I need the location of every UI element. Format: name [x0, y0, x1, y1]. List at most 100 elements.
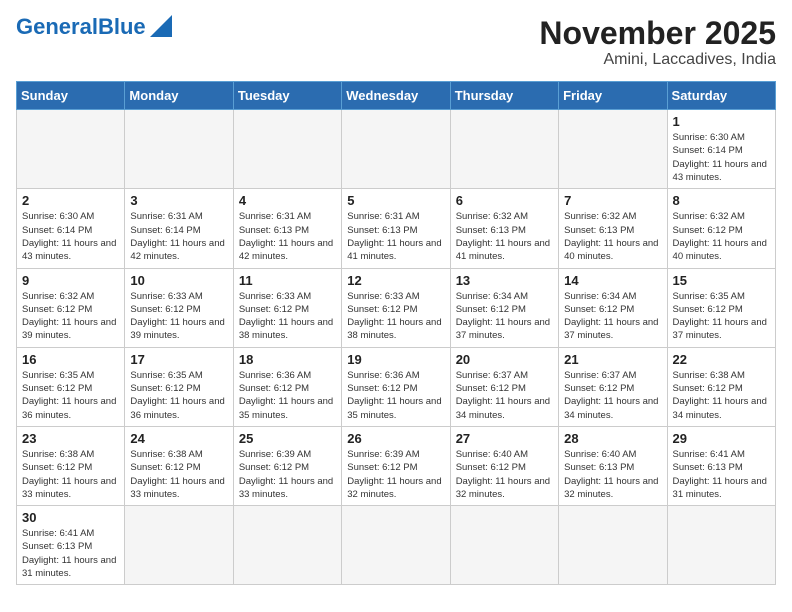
- day-number: 4: [239, 193, 336, 208]
- calendar-day-cell: 15Sunrise: 6:35 AM Sunset: 6:12 PM Dayli…: [667, 268, 775, 347]
- calendar-day-cell: 14 Sunrise: 6:34 AM Sunset: 6:12 PM Dayli…: [559, 268, 667, 347]
- calendar-day-cell: 27 Sunrise: 6:40 AM Sunset: 6:12 PM Dayli…: [450, 426, 558, 505]
- col-saturday: Saturday: [667, 82, 775, 110]
- day-number: 15: [673, 273, 770, 288]
- calendar-day-cell: 23Sunrise: 6:38 AM Sunset: 6:12 PM Dayli…: [17, 426, 125, 505]
- day-number: 26: [347, 431, 444, 446]
- calendar-day-cell: 6Sunrise: 6:32 AM Sunset: 6:13 PM Daylig…: [450, 189, 558, 268]
- day-info: Sunrise: 6:38 AM Sunset: 6:12 PM Dayligh…: [673, 369, 770, 422]
- day-info: Sunrise: 6:34 AM Sunset: 6:12 PM Dayligh…: [564, 290, 661, 343]
- calendar-day-cell: 4 Sunrise: 6:31 AM Sunset: 6:13 PM Daylig…: [233, 189, 341, 268]
- day-info: Sunrise: 6:39 AM Sunset: 6:12 PM Dayligh…: [347, 448, 444, 501]
- col-thursday: Thursday: [450, 82, 558, 110]
- calendar-day-cell: 8Sunrise: 6:32 AM Sunset: 6:12 PM Daylig…: [667, 189, 775, 268]
- day-info: Sunrise: 6:31 AM Sunset: 6:13 PM Dayligh…: [239, 210, 336, 263]
- day-info: Sunrise: 6:33 AM Sunset: 6:12 PM Dayligh…: [347, 290, 444, 343]
- calendar-day-cell: 13Sunrise: 6:34 AM Sunset: 6:12 PM Dayli…: [450, 268, 558, 347]
- day-info: Sunrise: 6:38 AM Sunset: 6:12 PM Dayligh…: [22, 448, 119, 501]
- month-title: November 2025: [539, 16, 776, 51]
- title-block: November 2025 Amini, Laccadives, India: [539, 16, 776, 69]
- calendar-day-cell: [233, 506, 341, 585]
- logo-text: GeneralBlue: [16, 16, 146, 38]
- calendar-week-row: 16 Sunrise: 6:35 AM Sunset: 6:12 PM Dayli…: [17, 347, 776, 426]
- day-number: 28: [564, 431, 661, 446]
- calendar-day-cell: 24Sunrise: 6:38 AM Sunset: 6:12 PM Dayli…: [125, 426, 233, 505]
- col-monday: Monday: [125, 82, 233, 110]
- day-info: Sunrise: 6:41 AM Sunset: 6:13 PM Dayligh…: [673, 448, 770, 501]
- calendar-week-row: 23Sunrise: 6:38 AM Sunset: 6:12 PM Dayli…: [17, 426, 776, 505]
- day-number: 29: [673, 431, 770, 446]
- logo-icon: [150, 15, 172, 37]
- day-number: 5: [347, 193, 444, 208]
- day-info: Sunrise: 6:33 AM Sunset: 6:12 PM Dayligh…: [130, 290, 227, 343]
- calendar-day-cell: [559, 110, 667, 189]
- calendar-day-cell: [559, 506, 667, 585]
- calendar-day-cell: 30 Sunrise: 6:41 AM Sunset: 6:13 PM Dayli…: [17, 506, 125, 585]
- logo-general: General: [16, 14, 98, 39]
- day-info: Sunrise: 6:35 AM Sunset: 6:12 PM Dayligh…: [130, 369, 227, 422]
- calendar-day-cell: 20Sunrise: 6:37 AM Sunset: 6:12 PM Dayli…: [450, 347, 558, 426]
- calendar-day-cell: 1 Sunrise: 6:30 AM Sunset: 6:14 PM Daylig…: [667, 110, 775, 189]
- calendar-week-row: 30 Sunrise: 6:41 AM Sunset: 6:13 PM Dayli…: [17, 506, 776, 585]
- calendar-day-cell: 22 Sunrise: 6:38 AM Sunset: 6:12 PM Dayli…: [667, 347, 775, 426]
- day-info: Sunrise: 6:36 AM Sunset: 6:12 PM Dayligh…: [347, 369, 444, 422]
- day-number: 27: [456, 431, 553, 446]
- day-info: Sunrise: 6:37 AM Sunset: 6:12 PM Dayligh…: [456, 369, 553, 422]
- day-number: 30: [22, 510, 119, 525]
- day-number: 18: [239, 352, 336, 367]
- calendar-day-cell: [233, 110, 341, 189]
- day-number: 10: [130, 273, 227, 288]
- calendar-week-row: 1 Sunrise: 6:30 AM Sunset: 6:14 PM Daylig…: [17, 110, 776, 189]
- day-info: Sunrise: 6:39 AM Sunset: 6:12 PM Dayligh…: [239, 448, 336, 501]
- day-number: 24: [130, 431, 227, 446]
- calendar-day-cell: [17, 110, 125, 189]
- calendar-day-cell: [342, 110, 450, 189]
- day-number: 9: [22, 273, 119, 288]
- calendar-day-cell: 18 Sunrise: 6:36 AM Sunset: 6:12 PM Dayli…: [233, 347, 341, 426]
- day-number: 11: [239, 273, 336, 288]
- day-number: 25: [239, 431, 336, 446]
- day-number: 12: [347, 273, 444, 288]
- calendar-day-cell: 28 Sunrise: 6:40 AM Sunset: 6:13 PM Dayli…: [559, 426, 667, 505]
- calendar-day-cell: 3Sunrise: 6:31 AM Sunset: 6:14 PM Daylig…: [125, 189, 233, 268]
- calendar-day-cell: [342, 506, 450, 585]
- day-info: Sunrise: 6:30 AM Sunset: 6:14 PM Dayligh…: [673, 131, 770, 184]
- calendar-table: Sunday Monday Tuesday Wednesday Thursday…: [16, 81, 776, 585]
- calendar-day-cell: 26 Sunrise: 6:39 AM Sunset: 6:12 PM Dayli…: [342, 426, 450, 505]
- calendar-day-cell: 29 Sunrise: 6:41 AM Sunset: 6:13 PM Dayli…: [667, 426, 775, 505]
- day-number: 19: [347, 352, 444, 367]
- day-number: 7: [564, 193, 661, 208]
- day-info: Sunrise: 6:40 AM Sunset: 6:12 PM Dayligh…: [456, 448, 553, 501]
- calendar-header-row: Sunday Monday Tuesday Wednesday Thursday…: [17, 82, 776, 110]
- day-number: 16: [22, 352, 119, 367]
- calendar-day-cell: 2 Sunrise: 6:30 AM Sunset: 6:14 PM Daylig…: [17, 189, 125, 268]
- day-number: 17: [130, 352, 227, 367]
- day-info: Sunrise: 6:41 AM Sunset: 6:13 PM Dayligh…: [22, 527, 119, 580]
- calendar-day-cell: [450, 110, 558, 189]
- calendar-week-row: 2 Sunrise: 6:30 AM Sunset: 6:14 PM Daylig…: [17, 189, 776, 268]
- col-friday: Friday: [559, 82, 667, 110]
- day-number: 2: [22, 193, 119, 208]
- day-number: 13: [456, 273, 553, 288]
- calendar-day-cell: 9 Sunrise: 6:32 AM Sunset: 6:12 PM Daylig…: [17, 268, 125, 347]
- col-wednesday: Wednesday: [342, 82, 450, 110]
- calendar-day-cell: 12 Sunrise: 6:33 AM Sunset: 6:12 PM Dayli…: [342, 268, 450, 347]
- day-info: Sunrise: 6:31 AM Sunset: 6:13 PM Dayligh…: [347, 210, 444, 263]
- day-number: 1: [673, 114, 770, 129]
- day-info: Sunrise: 6:40 AM Sunset: 6:13 PM Dayligh…: [564, 448, 661, 501]
- day-number: 22: [673, 352, 770, 367]
- day-info: Sunrise: 6:30 AM Sunset: 6:14 PM Dayligh…: [22, 210, 119, 263]
- day-number: 14: [564, 273, 661, 288]
- col-sunday: Sunday: [17, 82, 125, 110]
- logo-blue: Blue: [98, 14, 146, 39]
- day-number: 3: [130, 193, 227, 208]
- day-info: Sunrise: 6:32 AM Sunset: 6:12 PM Dayligh…: [22, 290, 119, 343]
- day-info: Sunrise: 6:36 AM Sunset: 6:12 PM Dayligh…: [239, 369, 336, 422]
- location-title: Amini, Laccadives, India: [539, 51, 776, 69]
- day-info: Sunrise: 6:37 AM Sunset: 6:12 PM Dayligh…: [564, 369, 661, 422]
- calendar-day-cell: [667, 506, 775, 585]
- calendar-day-cell: 16Sunrise: 6:35 AM Sunset: 6:12 PM Dayli…: [17, 347, 125, 426]
- calendar-day-cell: 21Sunrise: 6:37 AM Sunset: 6:12 PM Dayli…: [559, 347, 667, 426]
- calendar-day-cell: 11Sunrise: 6:33 AM Sunset: 6:12 PM Dayli…: [233, 268, 341, 347]
- calendar-week-row: 9 Sunrise: 6:32 AM Sunset: 6:12 PM Daylig…: [17, 268, 776, 347]
